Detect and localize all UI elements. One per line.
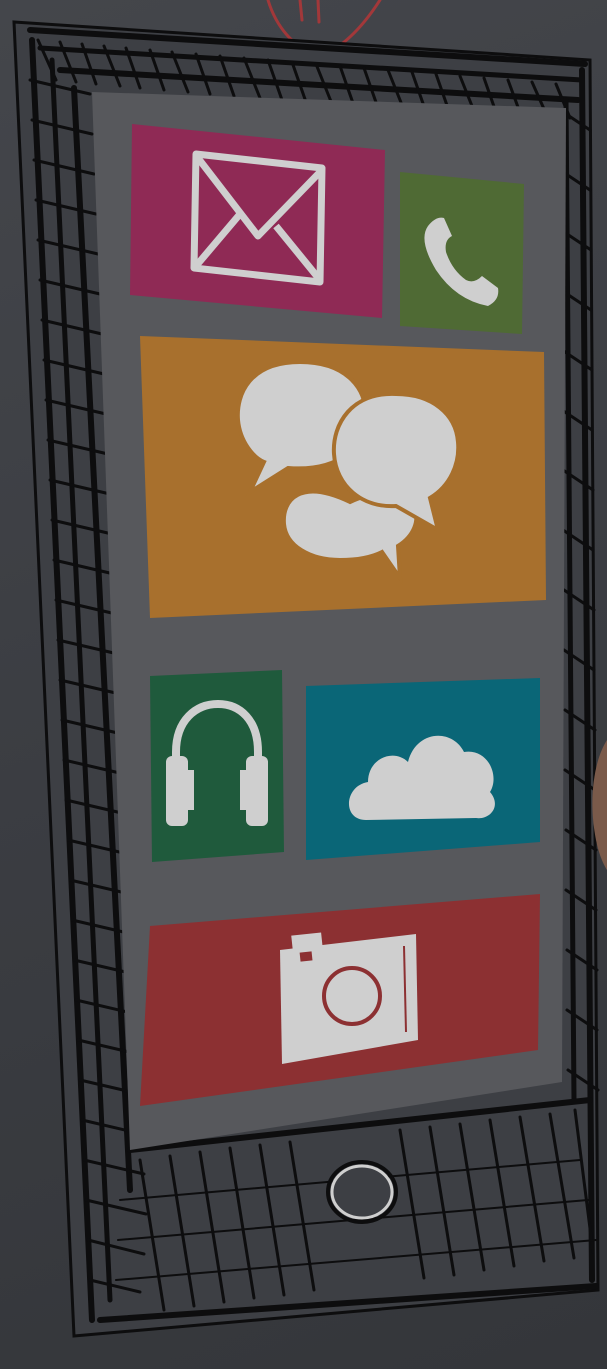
home-button[interactable]	[326, 1160, 398, 1224]
sketched-tablet-scene	[0, 0, 607, 1369]
phone-tile[interactable]	[400, 172, 524, 334]
cloud-tile[interactable]	[306, 678, 540, 860]
home-button-icon	[330, 1164, 394, 1220]
chat-tile[interactable]	[140, 336, 546, 618]
music-tile[interactable]	[150, 670, 284, 862]
tablet-illustration	[12, 0, 607, 1338]
mail-tile[interactable]	[130, 124, 385, 318]
